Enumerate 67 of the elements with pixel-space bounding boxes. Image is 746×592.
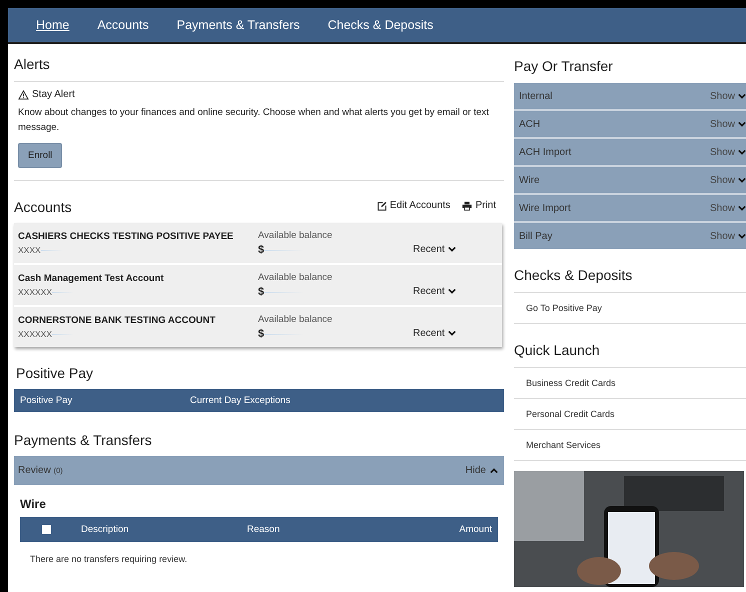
show-toggle[interactable]: Show bbox=[710, 202, 746, 214]
account-name[interactable]: Cash Management Test Account bbox=[18, 273, 258, 284]
column-header: Description bbox=[81, 524, 130, 535]
accordion-label: ACH bbox=[519, 118, 540, 130]
account-name[interactable]: CORNERSTONE BANK TESTING ACCOUNT bbox=[18, 315, 258, 326]
accordion-label: Bill Pay bbox=[519, 230, 552, 242]
balance-label: Available balance bbox=[258, 314, 334, 325]
recent-toggle[interactable]: Recent bbox=[413, 286, 456, 296]
recent-toggle[interactable]: Recent bbox=[413, 244, 456, 254]
section-heading: Pay Or Transfer bbox=[514, 58, 614, 76]
quick-link[interactable]: Go To Positive Pay bbox=[514, 293, 746, 324]
accordion-label: Wire Import bbox=[519, 202, 571, 214]
section-heading: Checks & Deposits bbox=[514, 267, 746, 293]
quick-link[interactable]: Merchant Services bbox=[514, 430, 746, 461]
show-toggle[interactable]: Show bbox=[710, 90, 746, 102]
account-number: XXXX bbox=[18, 245, 41, 255]
accordion-item[interactable]: ACH Show bbox=[514, 111, 746, 139]
section-heading: Positive Pay bbox=[16, 365, 94, 381]
column-header: Amount bbox=[459, 524, 492, 535]
nav-tab[interactable]: Home bbox=[22, 18, 84, 32]
balance-label: Available balance bbox=[258, 272, 334, 283]
accordion-item[interactable]: Bill Pay Show bbox=[514, 223, 746, 249]
balance-label: Available balance bbox=[258, 230, 334, 241]
show-toggle[interactable]: Show bbox=[710, 174, 746, 186]
show-toggle[interactable]: Show bbox=[710, 118, 746, 130]
alert-title: Stay Alert bbox=[32, 89, 75, 100]
show-toggle[interactable]: Show bbox=[710, 146, 746, 158]
balance-amount: $ bbox=[258, 244, 264, 256]
warning-icon bbox=[18, 90, 29, 100]
chevron-down-icon bbox=[448, 288, 456, 294]
section-heading: Payments & Transfers bbox=[14, 432, 153, 448]
show-toggle[interactable]: Show bbox=[710, 230, 746, 242]
balance-amount: $ bbox=[258, 328, 264, 340]
edit-icon bbox=[376, 200, 387, 210]
account-action-link[interactable]: Print bbox=[462, 200, 496, 211]
chevron-down-icon bbox=[448, 330, 456, 336]
alert-message: Know about changes to your finances and online security. Choose when and what alerts you get by email or text message. bbox=[18, 106, 490, 135]
nav-tab[interactable]: Checks & Deposits bbox=[314, 18, 448, 32]
select-all-checkbox[interactable] bbox=[42, 525, 51, 534]
positive-pay-link[interactable]: Positive Pay bbox=[20, 395, 190, 406]
printer-icon bbox=[462, 200, 472, 210]
accordion-label: Wire bbox=[519, 174, 540, 186]
nav-tab[interactable]: Accounts bbox=[83, 18, 163, 32]
enroll-button[interactable]: Enroll bbox=[18, 143, 62, 168]
account-action-link[interactable]: Edit Accounts bbox=[376, 200, 450, 211]
accordion-item[interactable]: Internal Show bbox=[514, 83, 746, 111]
accordion-item[interactable]: Wire Import Show bbox=[514, 195, 746, 223]
nav-tab[interactable]: Payments & Transfers bbox=[162, 18, 314, 32]
subsection-heading: Wire bbox=[20, 497, 47, 511]
accordion-item[interactable]: ACH Import Show bbox=[514, 139, 746, 167]
recent-toggle[interactable]: Recent bbox=[413, 328, 456, 338]
accordion-label: ACH Import bbox=[519, 146, 572, 158]
quick-link[interactable]: Personal Credit Cards bbox=[514, 399, 746, 430]
accordion-label: Internal bbox=[519, 90, 552, 102]
account-number: XXXXXX bbox=[18, 329, 52, 339]
account-number: XXXXXX bbox=[18, 287, 52, 297]
account-name[interactable]: CASHIERS CHECKS TESTING POSITIVE PAYEE bbox=[18, 231, 258, 242]
quick-link[interactable]: Business Credit Cards bbox=[514, 368, 746, 399]
column-header: Reason bbox=[247, 524, 281, 535]
positive-pay-link[interactable]: Current Day Exceptions bbox=[190, 395, 290, 406]
empty-message: There are no transfers requiring review. bbox=[30, 554, 188, 564]
balance-amount: $ bbox=[258, 286, 264, 298]
section-heading: Quick Launch bbox=[514, 342, 746, 368]
section-heading: Alerts bbox=[14, 56, 504, 82]
section-heading: Accounts bbox=[14, 199, 72, 215]
accordion-item[interactable]: Wire Show bbox=[514, 167, 746, 195]
chevron-down-icon bbox=[448, 246, 456, 252]
